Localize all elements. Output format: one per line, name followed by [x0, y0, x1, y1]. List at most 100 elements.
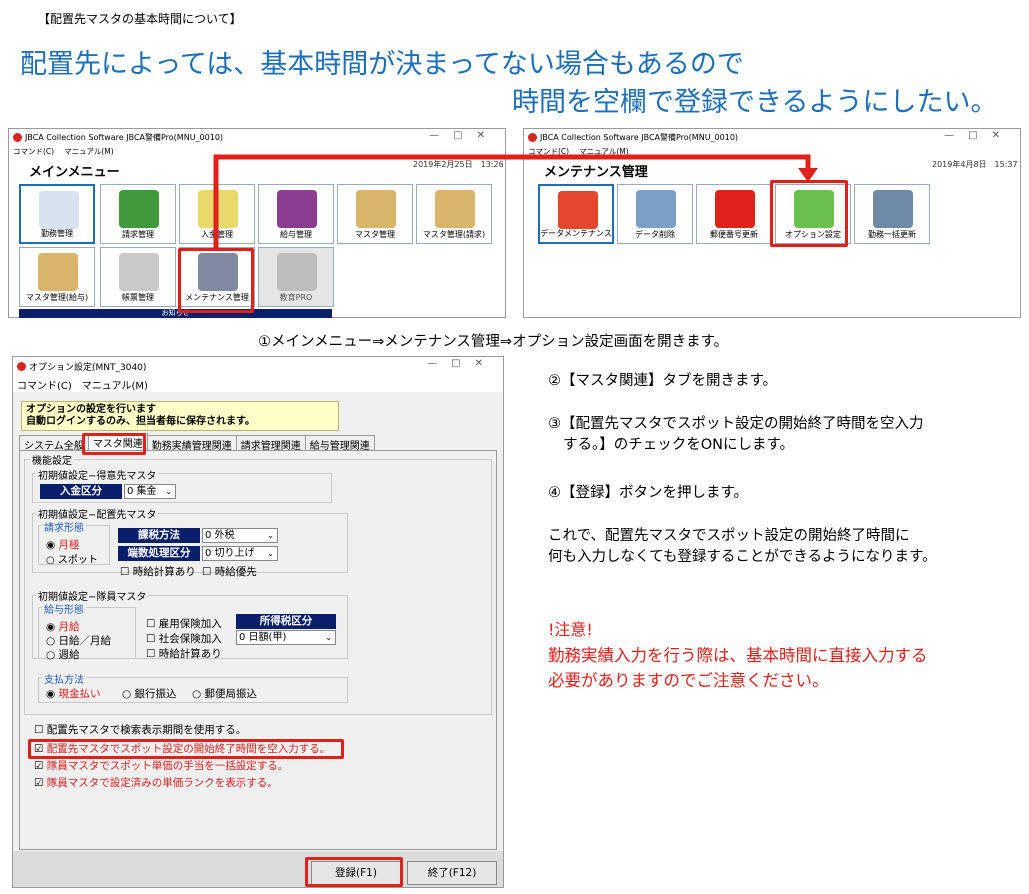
shiharai-title: 支払方法 — [42, 671, 86, 686]
highlight-master-tab — [82, 433, 146, 455]
nyukin-label: 入金区分 — [40, 484, 122, 499]
chk-jikyu-2[interactable]: ☐ 時給計算あり — [146, 646, 222, 661]
radio-yubin[interactable]: ○ 郵便局振込 — [192, 686, 257, 701]
info-box: オプションの設定を行います 自動ログインするのみ、担当者毎に保存されます。 — [21, 401, 339, 431]
radio-off-icon: ○ — [46, 635, 56, 647]
info-line-1: オプションの設定を行います — [26, 404, 156, 415]
radio-on-icon: ◉ — [46, 539, 56, 551]
chk-koyo-label: 雇用保険加入 — [158, 618, 222, 630]
chk-shakai[interactable]: ☐ 社会保険加入 — [146, 631, 222, 646]
seikyu-title: 請求形態 — [42, 519, 86, 534]
app-icon — [17, 362, 26, 371]
chk-jikyu[interactable]: ☐ 時給計算あり — [120, 564, 196, 579]
step-1: ①メインメニュー⇒メンテナンス管理⇒オプション設定画面を開きます。 — [258, 334, 729, 350]
kazei-label: 課税方法 — [118, 528, 200, 543]
info-line-2: 自動ログインするのみ、担当者毎に保存されます。 — [26, 416, 255, 427]
tab-kinmu[interactable]: 勤務実績管理関連 — [146, 435, 237, 452]
tab-seikyu[interactable]: 請求管理関連 — [235, 435, 306, 452]
arrow-head-icon — [798, 168, 818, 182]
checkbox-off-icon: ☐ — [146, 648, 156, 660]
checkbox-on-icon: ☑ — [34, 760, 44, 772]
radio-shukyu[interactable]: ○ 週給 — [46, 647, 80, 662]
window-controls[interactable]: —□✕ — [427, 358, 497, 369]
option-titlebar: オプション設定(MNT_3040) —□✕ — [13, 357, 503, 376]
highlight-spot-checkbox — [28, 739, 344, 759]
chk-kensaku[interactable]: ☐ 配置先マスタで検索表示期間を使用する。 — [34, 722, 246, 737]
chevron-down-icon: ⌄ — [267, 549, 274, 558]
chk-shakai-label: 社会保険加入 — [158, 633, 222, 645]
step-5a: これで、配置先マスタでスポット設定の開始終了時間に — [548, 528, 910, 544]
radio-on-icon: ◉ — [46, 688, 56, 700]
connector-line — [213, 154, 811, 248]
highlight-register-button — [305, 857, 403, 887]
radio-gakki[interactable]: ◉ 月極 — [46, 537, 80, 552]
tokui-title: 初期値設定−得意先マスタ — [36, 467, 159, 482]
radio-off-icon: ○ — [122, 688, 132, 700]
radio-nikkyu[interactable]: ○ 日給／月給 — [46, 633, 111, 648]
shotoku-label: 所得税区分 — [236, 614, 336, 629]
radio-nikkyu-label: 日給／月給 — [58, 635, 112, 647]
chk-rank[interactable]: ☑ 隊員マスタで設定済みの単価ランクを表示する。 — [34, 775, 278, 790]
radio-gakki-label: 月極 — [58, 539, 80, 551]
chk-teate-label: 隊員マスタでスポット単価の手当を一括設定する。 — [46, 760, 289, 772]
radio-yubin-label: 郵便局振込 — [204, 688, 258, 700]
kazei-value: 0 外税 — [205, 530, 235, 541]
tab-system[interactable]: システム全般 — [19, 435, 89, 452]
warning-title: !注意! — [548, 620, 593, 639]
checkbox-off-icon: ☐ — [34, 724, 44, 736]
nyukin-value: 0 集金 — [127, 486, 157, 497]
nyukin-select[interactable]: 0 集金 ⌄ — [124, 484, 176, 499]
func-settings-title: 機能設定 — [30, 452, 74, 467]
radio-off-icon: ○ — [46, 555, 55, 566]
radio-spot-label: スポット — [57, 555, 98, 566]
checkbox-off-icon: ☐ — [146, 618, 156, 630]
kyuyo-title: 給与形態 — [42, 601, 86, 616]
radio-ginko[interactable]: ○ 銀行振込 — [122, 686, 177, 701]
step-2: ②【マスタ関連】タブを開きます。 — [548, 373, 778, 389]
checkbox-off-icon: ☐ — [146, 633, 156, 645]
warning-line-2: 必要がありますのでご注意ください。 — [548, 671, 829, 690]
shotoku-select[interactable]: 0 日額(甲) ⌄ — [236, 630, 336, 645]
menu-command[interactable]: コマンド(C) — [17, 377, 72, 392]
radio-genkin[interactable]: ◉ 現金払い — [46, 686, 101, 701]
warning-line-1: 勤務実績入力を行う際は、基本時間に直接入力する — [548, 646, 928, 665]
option-window-title: オプション設定(MNT_3040) — [29, 363, 147, 373]
chevron-down-icon: ⌄ — [267, 531, 274, 540]
step-5b: 何も入力しなくても登録することができるようになります。 — [548, 549, 937, 565]
option-menubar: コマンド(C) マニュアル(M) — [13, 376, 503, 392]
step-3a: ③【配置先マスタでスポット設定の開始終了時間を空入力 — [548, 416, 924, 432]
chk-rank-label: 隊員マスタで設定済みの単価ランクを表示する。 — [46, 777, 278, 789]
exit-button[interactable]: 終了(F12) — [407, 861, 497, 885]
hasu-value: 0 切り上げ — [205, 548, 255, 559]
chevron-down-icon: ⌄ — [165, 487, 172, 496]
step-3b: する。】のチェックをONにします。 — [563, 437, 795, 453]
menu-manual[interactable]: マニュアル(M) — [82, 377, 148, 392]
radio-off-icon: ○ — [192, 688, 202, 700]
radio-off-icon: ○ — [46, 649, 56, 661]
kazei-select[interactable]: 0 外税 ⌄ — [202, 528, 278, 543]
hasu-select[interactable]: 0 切り上げ ⌄ — [202, 546, 278, 561]
shotoku-value: 0 日額(甲) — [239, 632, 287, 643]
radio-gekkyu[interactable]: ◉ 月給 — [46, 619, 80, 634]
radio-gekkyu-label: 月給 — [58, 621, 80, 633]
chk-koyo[interactable]: ☐ 雇用保険加入 — [146, 616, 222, 631]
checkbox-off-icon: ☐ — [120, 566, 130, 578]
tab-kyuyo[interactable]: 給与管理関連 — [304, 435, 375, 452]
step-4: ④【登録】ボタンを押します。 — [548, 485, 749, 501]
tab-panel: 機能設定 初期値設定−得意先マスタ 入金区分 0 集金 ⌄ 初期値設定−配置先マス… — [19, 450, 497, 850]
tab-bar: システム全般 マスタ関連 勤務実績管理関連 請求管理関連 給与管理関連 — [19, 433, 375, 452]
chevron-down-icon: ⌄ — [325, 633, 332, 642]
radio-ginko-label: 銀行振込 — [134, 688, 177, 700]
chk-jikyu-2-label: 時給計算あり — [158, 648, 222, 660]
radio-on-icon: ◉ — [46, 621, 56, 633]
chk-jikyu-yusen-label: 時給優先 — [214, 566, 257, 578]
checkbox-off-icon: ☐ — [202, 566, 212, 578]
radio-shukyu-label: 週給 — [58, 649, 80, 661]
radio-spot[interactable]: ○ スポット — [46, 551, 98, 566]
chk-jikyu-label: 時給計算あり — [132, 566, 196, 578]
checkbox-on-icon: ☑ — [34, 777, 44, 789]
radio-genkin-label: 現金払い — [58, 688, 101, 700]
chk-teate[interactable]: ☑ 隊員マスタでスポット単価の手当を一括設定する。 — [34, 758, 288, 773]
chk-jikyu-yusen[interactable]: ☐ 時給優先 — [202, 564, 257, 579]
hasu-label: 端数処理区分 — [118, 546, 200, 561]
